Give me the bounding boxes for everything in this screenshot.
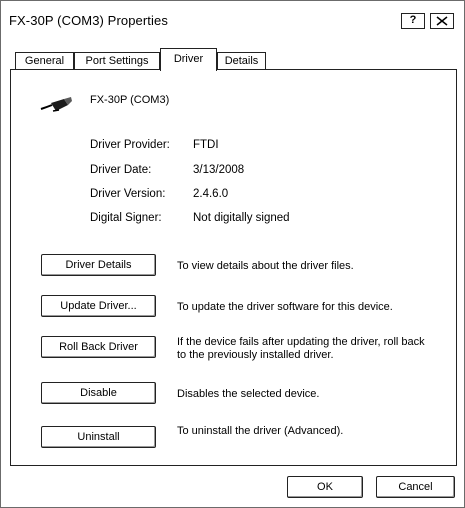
tab-port-settings[interactable]: Port Settings [74, 52, 160, 70]
close-button[interactable] [430, 13, 454, 29]
driver-version-value: 2.4.6.0 [193, 188, 229, 200]
driver-details-button[interactable]: Driver Details [41, 254, 156, 276]
driver-date-label: Driver Date: [90, 164, 152, 176]
help-button[interactable]: ? [401, 13, 425, 29]
roll-back-driver-description: If the device fails after updating the d… [177, 336, 425, 361]
tab-details[interactable]: Details [217, 52, 266, 70]
driver-details-description: To view details about the driver files. [177, 260, 354, 272]
digital-signer-value: Not digitally signed [193, 212, 290, 224]
driver-provider-value: FTDI [193, 139, 219, 151]
roll-back-driver-button[interactable]: Roll Back Driver [41, 336, 156, 358]
uninstall-button[interactable]: Uninstall [41, 426, 156, 448]
tab-general[interactable]: General [15, 52, 74, 70]
window-title: FX-30P (COM3) Properties [9, 13, 168, 28]
cancel-button[interactable]: Cancel [376, 476, 455, 498]
device-name: FX-30P (COM3) [90, 94, 170, 106]
usb-plug-icon [40, 97, 72, 112]
update-driver-button[interactable]: Update Driver... [41, 295, 156, 317]
uninstall-description: To uninstall the driver (Advanced). [177, 425, 344, 437]
title-bar[interactable]: FX-30P (COM3) Properties ? [1, 1, 464, 39]
driver-panel: FX-30P (COM3) Driver Provider: FTDI Driv… [10, 69, 457, 466]
disable-description: Disables the selected device. [177, 388, 320, 400]
update-driver-description: To update the driver software for this d… [177, 301, 393, 313]
driver-version-label: Driver Version: [90, 188, 166, 200]
help-icon: ? [409, 14, 417, 26]
close-icon [436, 16, 448, 26]
digital-signer-label: Digital Signer: [90, 212, 162, 224]
ok-button[interactable]: OK [287, 476, 363, 498]
properties-dialog: FX-30P (COM3) Properties ? General Port … [0, 0, 465, 508]
disable-button[interactable]: Disable [41, 382, 156, 404]
tab-driver[interactable]: Driver [160, 48, 217, 71]
driver-date-value: 3/13/2008 [193, 164, 245, 176]
driver-provider-label: Driver Provider: [90, 139, 170, 151]
